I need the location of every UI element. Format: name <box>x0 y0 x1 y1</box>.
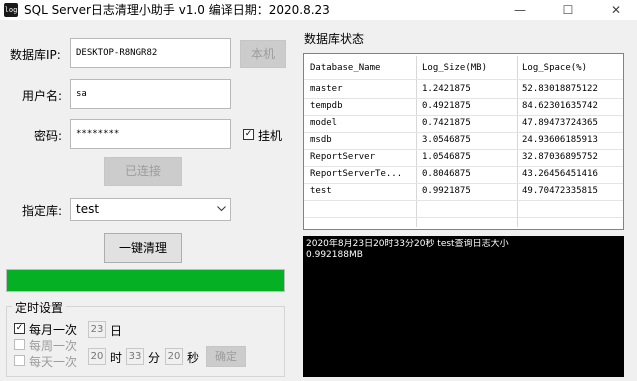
table-cell: 0.4921875 <box>422 101 471 111</box>
monthly-day-input[interactable]: 23 <box>88 321 106 338</box>
table-cell: 52.83018875122 <box>522 84 598 94</box>
monthly-checkbox[interactable]: ✓ <box>14 323 25 334</box>
column-divider <box>517 56 518 227</box>
table-cell: master <box>310 84 343 94</box>
hour-input[interactable]: 20 <box>88 348 106 365</box>
table-cell: 0.7421875 <box>422 118 471 128</box>
column-header-space[interactable]: Log_Space(%) <box>522 60 587 77</box>
second-input[interactable]: 20 <box>165 348 183 365</box>
table-cell: ReportServerTe... <box>310 169 403 179</box>
hang-checkbox[interactable]: ✓ <box>243 129 254 140</box>
day-unit-label: 日 <box>110 324 123 338</box>
minimize-button[interactable]: — <box>505 0 535 20</box>
table-cell: tempdb <box>310 101 343 111</box>
progress-bar <box>6 269 285 292</box>
status-title: 数据库状态 <box>304 32 365 46</box>
minute-unit-label: 分 <box>148 351 161 365</box>
weekly-label: 每周一次 <box>29 339 78 353</box>
ip-label: 数据库IP: <box>10 48 61 62</box>
table-cell: 1.2421875 <box>422 84 471 94</box>
row-divider <box>304 200 623 201</box>
log-line: 0.992188MB <box>306 250 363 260</box>
table-cell: model <box>310 118 338 128</box>
monthly-label: 每月一次 <box>29 323 78 337</box>
table-cell: ReportServer <box>310 152 376 162</box>
table-cell: 0.9921875 <box>422 186 471 196</box>
row-divider <box>304 217 623 218</box>
table-cell: 43.26456451416 <box>522 169 598 179</box>
password-input[interactable]: ******** <box>70 119 231 149</box>
clean-button[interactable]: 一键清理 <box>104 233 182 263</box>
header-divider <box>304 79 623 80</box>
table-cell: 1.0546875 <box>422 152 471 162</box>
app-icon: log <box>4 3 18 17</box>
ip-input[interactable]: DESKTOP-R8NGR82 <box>70 38 231 68</box>
database-select[interactable]: test <box>70 198 231 221</box>
second-unit-label: 秒 <box>187 351 200 365</box>
username-input[interactable]: sa <box>70 79 231 109</box>
column-header-name[interactable]: Database_Name <box>310 60 380 77</box>
weekly-checkbox[interactable] <box>14 339 25 350</box>
table-cell: 0.8046875 <box>422 169 471 179</box>
log-line: 2020年8月23日20时33分20秒 test查询日志大小 <box>306 239 509 249</box>
password-label: 密码: <box>34 129 63 143</box>
database-select-value: test <box>76 202 100 216</box>
window-title: SQL Server日志清理小助手 v1.0 编译日期：2020.8.23 <box>24 3 330 17</box>
table-cell: test <box>310 186 332 196</box>
minute-input[interactable]: 33 <box>126 348 144 365</box>
maximize-button[interactable]: ☐ <box>553 0 583 20</box>
hour-unit-label: 时 <box>110 351 123 365</box>
schedule-title: 定时设置 <box>12 299 67 316</box>
close-button[interactable]: ✕ <box>601 0 631 20</box>
table-cell: 24.93606185913 <box>522 135 598 145</box>
column-divider <box>416 56 417 227</box>
table-cell: 3.0546875 <box>422 135 471 145</box>
column-header-size[interactable]: Log_Size(MB) <box>422 60 487 77</box>
local-button[interactable]: 本机 <box>240 40 286 68</box>
connect-button[interactable]: 已连接 <box>104 157 182 186</box>
db-label: 指定库: <box>22 204 63 218</box>
log-output[interactable]: 2020年8月23日20时33分20秒 test查询日志大小 0.992188M… <box>303 236 624 377</box>
table-cell: msdb <box>310 135 332 145</box>
confirm-button[interactable]: 确定 <box>206 346 246 367</box>
table-cell: 84.62301635742 <box>522 101 598 111</box>
daily-label: 每天一次 <box>29 355 78 369</box>
table-cell: 47.89473724365 <box>522 118 598 128</box>
chevron-down-icon <box>217 206 226 212</box>
hang-label: 挂机 <box>258 129 283 143</box>
progress-fill <box>7 270 284 291</box>
table-cell: 49.70472335815 <box>522 186 598 196</box>
status-grid[interactable]: Database_Name Log_Size(MB) Log_Space(%) … <box>303 53 624 230</box>
table-cell: 32.87036895752 <box>522 152 598 162</box>
title-bar: log SQL Server日志清理小助手 v1.0 编译日期：2020.8.2… <box>0 0 637 20</box>
user-label: 用户名: <box>22 89 63 103</box>
daily-checkbox[interactable] <box>14 355 25 366</box>
